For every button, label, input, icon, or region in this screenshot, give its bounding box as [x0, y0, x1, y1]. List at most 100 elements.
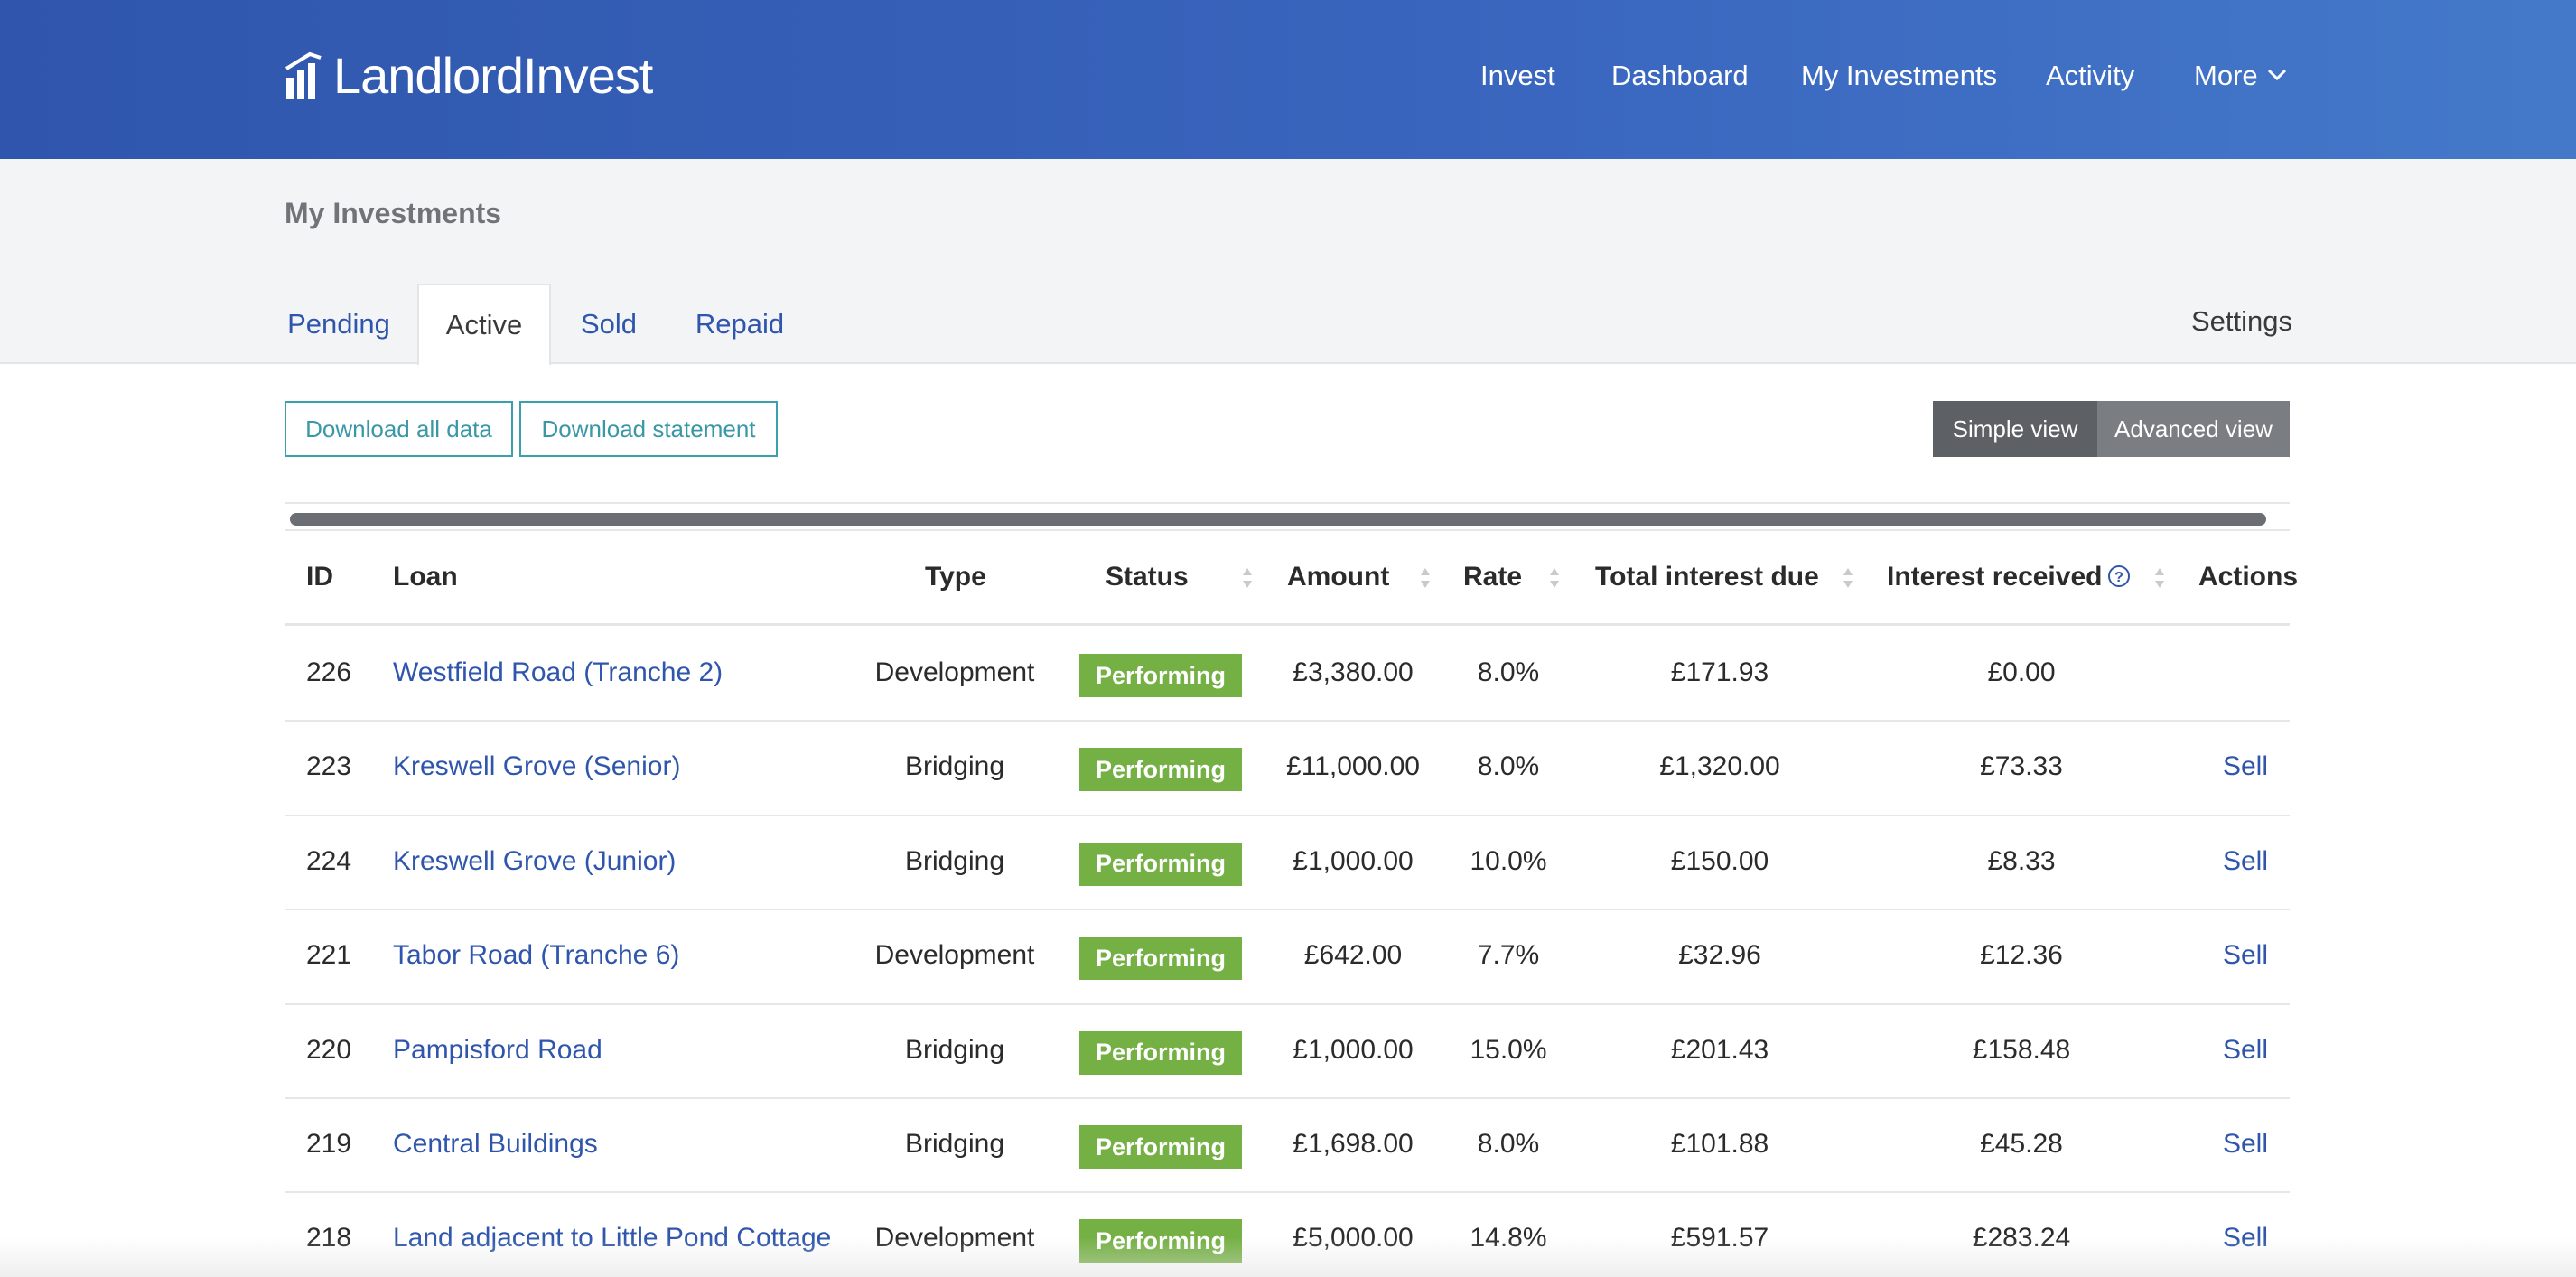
cell-interest-received: £73.33 [1980, 751, 2063, 782]
cell-rate: 8.0% [1477, 1129, 1540, 1159]
cell-rate: 15.0% [1470, 1034, 1547, 1065]
loan-link[interactable]: Kreswell Grove (Senior) [393, 751, 680, 782]
scrollbar-thumb[interactable] [290, 513, 2266, 526]
cell-type: Bridging [904, 751, 1005, 782]
nav-my-investments[interactable]: My Investments [1801, 60, 1997, 92]
view-toggle: Simple view Advanced view [1933, 401, 2290, 457]
cell-id: 221 [306, 940, 352, 971]
cell-total-interest-due: £591.57 [1670, 1223, 1769, 1254]
cell-rate: 8.0% [1477, 751, 1540, 782]
loan-link[interactable]: Kreswell Grove (Junior) [393, 846, 676, 877]
question-circle-icon[interactable]: ? [2107, 564, 2131, 588]
download-all-data-button[interactable]: Download all data [285, 401, 513, 457]
sell-link[interactable]: Sell [2200, 1129, 2291, 1160]
horizontal-scrollbar[interactable] [285, 502, 2290, 531]
cell-total-interest-due: £32.96 [1678, 940, 1761, 971]
brand-logo[interactable]: LandlordInvest [285, 47, 653, 104]
status-badge: Performing [1079, 842, 1242, 886]
cell-total-interest-due: £150.00 [1670, 845, 1769, 876]
cell-interest-received: £158.48 [1972, 1034, 2071, 1065]
sell-link[interactable]: Sell [2200, 940, 2291, 971]
row-divider [285, 909, 2290, 910]
tab-pending[interactable]: Pending [285, 284, 392, 365]
status-badge: Performing [1079, 654, 1242, 697]
cell-rate: 7.7% [1477, 940, 1540, 971]
sort-arrows-icon[interactable] [1842, 565, 1854, 591]
column-header-loan: Loan [393, 562, 458, 592]
cell-amount: £1,698.00 [1293, 1129, 1414, 1159]
cell-amount: £1,000.00 [1293, 1034, 1414, 1065]
advanced-view-button[interactable]: Advanced view [2097, 401, 2290, 457]
cell-interest-received: £283.24 [1972, 1223, 2071, 1254]
cell-type: Bridging [904, 1129, 1005, 1159]
loan-link[interactable]: Tabor Road (Tranche 6) [393, 940, 679, 971]
cell-type: Development [874, 940, 1035, 971]
column-header-id: ID [306, 562, 333, 592]
cell-rate: 8.0% [1477, 657, 1540, 687]
cell-amount: £3,380.00 [1293, 657, 1414, 687]
loan-link[interactable]: Pampisford Road [393, 1035, 602, 1066]
cell-amount: £11,000.00 [1286, 751, 1420, 782]
status-badge: Performing [1079, 937, 1242, 981]
cell-id: 219 [306, 1129, 352, 1159]
status-badge: Performing [1079, 1125, 1242, 1169]
cell-type: Bridging [904, 1034, 1005, 1065]
tab-sold[interactable]: Sold [573, 284, 645, 365]
nav-activity[interactable]: Activity [2046, 60, 2134, 92]
status-badge: Performing [1079, 748, 1242, 792]
sell-link[interactable]: Sell [2200, 1223, 2291, 1254]
nav-invest[interactable]: Invest [1480, 60, 1555, 92]
column-header-interest-received[interactable]: Interest received? [1887, 562, 2131, 592]
row-divider [285, 815, 2290, 816]
download-statement-button[interactable]: Download statement [519, 401, 778, 457]
tab-repaid[interactable]: Repaid [690, 284, 789, 365]
cell-id: 226 [306, 657, 352, 687]
page-title: My Investments [285, 197, 502, 229]
sell-link[interactable]: Sell [2200, 1035, 2291, 1066]
cell-total-interest-due: £201.43 [1670, 1034, 1769, 1065]
cell-interest-received: £8.33 [1987, 845, 2056, 876]
sell-link[interactable]: Sell [2200, 751, 2291, 782]
sort-arrows-icon[interactable] [1241, 565, 1254, 591]
column-header-total-interest-due[interactable]: Total interest due [1595, 562, 1819, 592]
cell-interest-received: £45.28 [1980, 1129, 2063, 1159]
row-divider [285, 1097, 2290, 1099]
nav-more-label: More [2194, 60, 2258, 91]
interest-received-label: Interest received [1887, 562, 2103, 592]
cell-amount: £1,000.00 [1293, 845, 1414, 876]
loan-link[interactable]: Westfield Road (Tranche 2) [393, 657, 723, 688]
cell-interest-received: £0.00 [1987, 657, 2056, 687]
cell-id: 220 [306, 1034, 352, 1065]
sort-arrows-icon[interactable] [2153, 565, 2166, 591]
cell-total-interest-due: £1,320.00 [1659, 751, 1780, 782]
settings-link[interactable]: Settings [2191, 305, 2292, 338]
sort-arrows-icon[interactable] [1548, 565, 1561, 591]
brand-name: LandlordInvest [333, 47, 653, 104]
column-header-rate[interactable]: Rate [1463, 562, 1522, 592]
cell-id: 223 [306, 751, 352, 782]
column-header-status[interactable]: Status [1106, 562, 1189, 592]
nav-more[interactable]: More [2194, 60, 2287, 92]
cell-id: 218 [306, 1223, 352, 1254]
cell-rate: 14.8% [1470, 1223, 1547, 1254]
chevron-down-icon [2267, 69, 2286, 80]
row-divider [285, 1003, 2290, 1005]
cell-interest-received: £12.36 [1980, 940, 2063, 971]
sell-link[interactable]: Sell [2200, 846, 2291, 877]
bar-chart-icon [285, 51, 322, 99]
column-header-type: Type [925, 562, 986, 592]
cell-type: Development [874, 1223, 1035, 1254]
loan-link[interactable]: Central Buildings [393, 1129, 598, 1160]
column-header-amount[interactable]: Amount [1287, 562, 1389, 592]
simple-view-button[interactable]: Simple view [1933, 401, 2097, 457]
loan-link[interactable]: Land adjacent to Little Pond Cottage [393, 1223, 831, 1254]
row-divider [285, 1191, 2290, 1193]
cell-amount: £5,000.00 [1293, 1223, 1414, 1254]
status-badge: Performing [1079, 1219, 1242, 1263]
nav-dashboard[interactable]: Dashboard [1611, 60, 1749, 92]
row-divider [285, 720, 2290, 722]
sort-arrows-icon[interactable] [1419, 565, 1432, 591]
svg-text:?: ? [2115, 570, 2124, 585]
tab-active[interactable]: Active [417, 284, 551, 365]
cell-total-interest-due: £171.93 [1670, 657, 1769, 687]
